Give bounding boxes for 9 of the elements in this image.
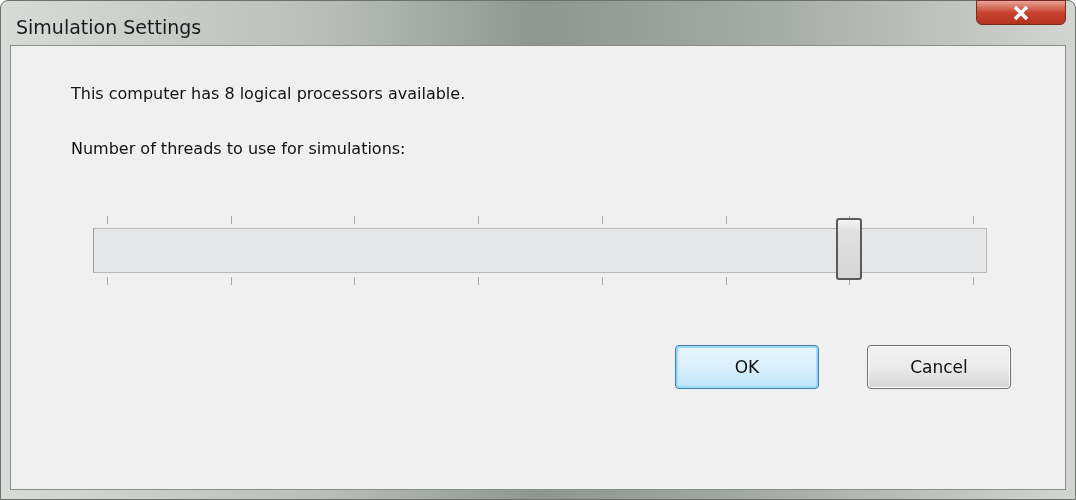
slider-track[interactable] — [93, 228, 987, 273]
slider-thumb[interactable] — [836, 218, 863, 280]
close-icon — [1011, 4, 1031, 21]
cancel-button[interactable]: Cancel — [867, 345, 1011, 389]
window-title: Simulation Settings — [16, 16, 202, 38]
info-text: This computer has 8 logical processors available. — [71, 84, 467, 103]
ok-button[interactable]: OK — [675, 345, 819, 389]
slider-label: Number of threads to use for simulations: — [71, 139, 407, 158]
close-button[interactable] — [976, 0, 1066, 25]
